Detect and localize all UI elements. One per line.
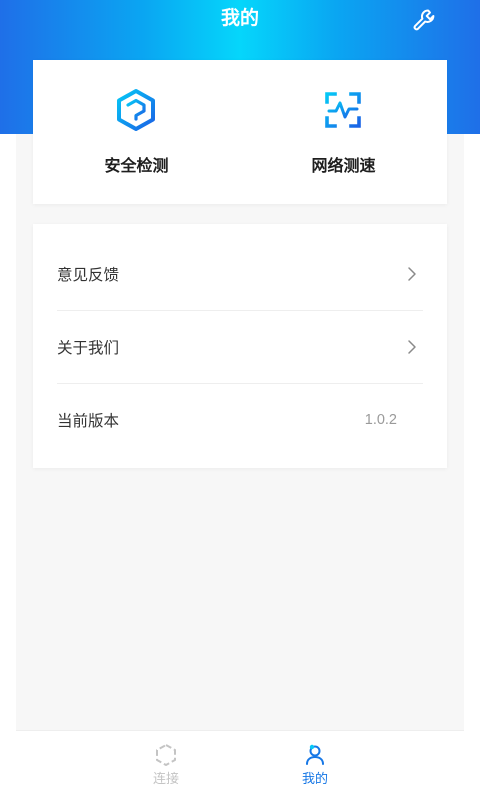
settings-button[interactable]	[410, 6, 438, 34]
chevron-right-icon	[408, 267, 416, 281]
tools-card: 安全检测 网络测速	[33, 60, 447, 204]
tab-connect-label: 连接	[152, 772, 179, 787]
security-check-label: 安全检测	[104, 156, 169, 175]
about-us-item[interactable]: 关于我们	[57, 311, 423, 383]
feedback-label: 意见反馈	[57, 266, 120, 284]
page-title: 我的	[220, 7, 259, 29]
hexagon-icon	[156, 744, 176, 766]
speed-test-button[interactable]: 网络测速	[240, 60, 447, 204]
security-check-button[interactable]: 安全检测	[33, 60, 240, 204]
chevron-right-icon	[408, 340, 416, 354]
user-icon	[306, 744, 324, 765]
settings-menu-card: 意见反馈 关于我们 当前版本 1.0.2	[33, 224, 447, 468]
wrench-icon	[413, 9, 435, 31]
bottom-tab-bar: 连接 我的	[16, 730, 464, 800]
tab-mine[interactable]: 我的	[240, 731, 390, 800]
feedback-item[interactable]: 意见反馈	[57, 238, 423, 310]
speed-scan-icon	[325, 92, 361, 128]
speed-test-label: 网络测速	[311, 156, 376, 175]
version-item: 当前版本 1.0.2	[57, 384, 423, 456]
tab-mine-label: 我的	[301, 772, 328, 787]
security-cube-icon	[117, 89, 155, 131]
tab-connect[interactable]: 连接	[91, 731, 241, 800]
version-value: 1.0.2	[364, 412, 397, 428]
about-us-label: 关于我们	[57, 339, 120, 357]
version-label: 当前版本	[57, 412, 120, 430]
